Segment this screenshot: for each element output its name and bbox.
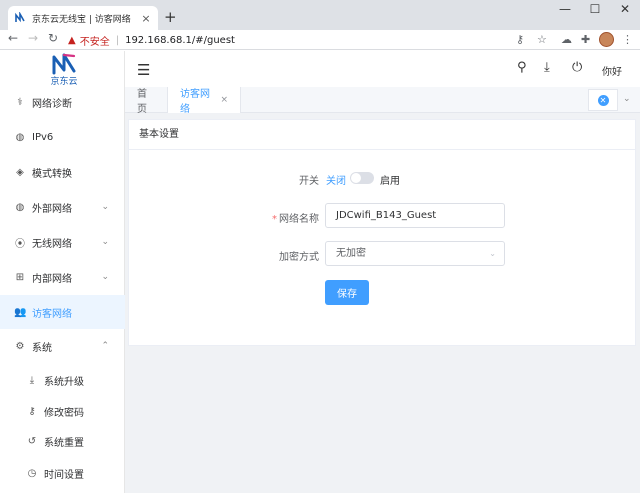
sidebar-item-3[interactable]: ◍ 外部网络 ⌄ [0,190,125,224]
reload-icon[interactable]: ↻ [48,31,58,45]
switch-knob [351,173,361,183]
chevron-down-icon: ⌄ [101,202,109,212]
sidebar-item-label: 系统升级 [44,376,84,388]
profile-avatar[interactable] [599,32,614,47]
key-icon[interactable]: ⚷ [516,33,524,46]
minimize-button[interactable]: — [550,2,580,16]
user-greeting[interactable]: 你好 [602,63,622,78]
clock-icon: ◷ [27,467,37,479]
jdcloud-logo-icon [52,53,76,75]
back-arrow-icon[interactable]: ← [8,31,18,45]
top-header: ☰ ⚲ ⤓ ⏻ 你好 [125,51,640,87]
browser-tab[interactable]: 京东云无线宝 | 访客网络 × [8,6,158,30]
globe-icon: ◍ [15,131,25,143]
tab-close-icon[interactable]: × [220,95,228,105]
forward-arrow-icon[interactable]: → [28,31,38,45]
browser-tab-strip: 京东云无线宝 | 访客网络 × + — ☐ ✕ [0,0,640,30]
globe-icon: ◍ [15,201,25,213]
url-separator: | [115,34,120,46]
section-title: 基本设置 [129,120,635,150]
download-icon[interactable]: ⤓ [544,60,550,75]
encryption-value: 无加密 [336,248,366,259]
main-content: 基本设置 开关 关闭 启用 * 网络名称 JDCwifi_B143_Guest 加… [125,113,640,493]
new-tab-button[interactable]: + [164,8,177,26]
sidebar-item-5[interactable]: ⊞ 内部网络 ⌄ [0,260,125,294]
sidebar-item-label: 模式转换 [32,168,72,180]
ssid-label-text: 网络名称 [279,214,319,225]
sidebar-item-0[interactable]: ⚕ 网络诊断 [0,85,125,119]
chevron-down-icon: ⌄ [101,272,109,282]
sidebar-item-label: 无线网络 [32,238,72,250]
sidebar-item-label: 系统 [32,342,52,354]
close-all-tabs-button[interactable]: ✕ [588,89,618,111]
sidebar-item-label: 外部网络 [32,203,72,215]
required-mark: * [272,214,277,225]
cube-icon: ◈ [16,166,24,178]
sidebar-item-label: 系统重置 [44,437,84,449]
address-bar[interactable]: ▲ 不安全 | 192.168.68.1/#/guest [68,31,526,49]
chevron-down-icon: ⌄ [101,237,109,247]
sidebar-item-label: 内部网络 [32,273,72,285]
save-button[interactable]: 保存 [325,280,369,305]
brand-logo: 京东云 [44,52,84,88]
cloud-extension-icon[interactable]: ☁ [561,33,572,46]
sidebar-item-4[interactable]: ⦿ 无线网络 ⌄ [0,225,125,259]
sidebar-item-label: 访客网络 [32,308,72,320]
sidebar-item-7[interactable]: ⚙ 系统 ⌃ [0,329,125,363]
guest-network-switch[interactable] [350,172,374,184]
warning-triangle-icon: ▲ [68,34,76,46]
sidebar-item-label: IPv6 [32,131,54,143]
sidebar-item-1[interactable]: ◍ IPv6 [0,120,125,154]
chevron-up-icon: ⌃ [101,341,109,351]
switch-on-text[interactable]: 启用 [380,172,400,187]
sidebar-item-10[interactable]: ↺ 系统重置 [0,424,125,458]
stethoscope-icon: ⚕ [17,96,23,108]
jdcloud-favicon-icon [14,12,26,24]
sidebar-item-8[interactable]: ⤓ 系统升级 [0,363,125,397]
sidebar-item-11[interactable]: ◷ 时间设置 [0,456,125,490]
browser-toolbar: ← → ↻ ▲ 不安全 | 192.168.68.1/#/guest ⚷ ☆ ☁… [0,30,640,50]
tab-home[interactable]: 首页 [125,87,168,115]
sidebar: 京东云 ⚕ 网络诊断 ◍ IPv6 ◈ 模式转换 ◍ 外部网络 ⌄ ⦿ 无线网络 ⌄ ⊞ 内部网络 ⌄ 👥 访客… [0,51,125,493]
puzzle-extension-icon[interactable]: ✚ [581,33,590,46]
tabs-dropdown-icon[interactable]: ⌄ [623,94,631,104]
maximize-button[interactable]: ☐ [580,2,610,16]
browser-menu-icon[interactable]: ⋮ [622,33,633,46]
undo-icon: ↺ [27,435,37,447]
chevron-down-icon: ⌄ [489,249,496,258]
tab-home-label: 首页 [137,89,147,115]
sidebar-item-label: 网络诊断 [32,98,72,110]
switch-label: 开关 [299,176,319,187]
star-icon[interactable]: ☆ [537,33,547,46]
power-icon[interactable]: ⏻ [572,60,582,75]
wifi-icon: ⦿ [15,238,25,250]
download-icon: ⤓ [29,374,35,386]
cogs-icon: ⚙ [15,340,25,352]
sidebar-item-2[interactable]: ◈ 模式转换 [0,155,125,189]
key-icon: ⚷ [28,405,36,417]
users-icon: 👥 [14,306,27,318]
sitemap-icon: ⊞ [15,271,25,283]
sidebar-item-label: 修改密码 [44,407,84,419]
settings-card: 基本设置 开关 关闭 启用 * 网络名称 JDCwifi_B143_Guest 加… [128,119,636,346]
menu-toggle-icon[interactable]: ☰ [137,61,150,79]
sidebar-item-9[interactable]: ⚷ 修改密码 [0,394,125,428]
tab-guest-network[interactable]: 访客网络 × [168,87,241,115]
insecure-label: 不安全 [79,36,110,48]
sidebar-item-label: 时间设置 [44,469,84,481]
search-icon[interactable]: ⚲ [517,60,527,75]
sidebar-item-6[interactable]: 👥 访客网络 [0,295,125,329]
tab-guest-network-label: 访客网络 [180,89,210,115]
window-close-button[interactable]: ✕ [610,2,640,16]
close-circle-icon: ✕ [597,94,609,106]
ssid-input[interactable]: JDCwifi_B143_Guest [325,203,505,228]
ssid-label: * 网络名称 [229,210,319,225]
browser-tab-title: 京东云无线宝 | 访客网络 [32,14,131,25]
encryption-select[interactable]: 无加密 ⌄ [325,241,505,266]
page-tabs-bar: 首页 访客网络 × ✕ ⌄ [125,87,640,115]
switch-off-text[interactable]: 关闭 [326,172,346,187]
encryption-label: 加密方式 [279,252,319,263]
url-text: 192.168.68.1/#/guest [125,34,235,46]
browser-tab-close-icon[interactable]: × [140,12,152,25]
